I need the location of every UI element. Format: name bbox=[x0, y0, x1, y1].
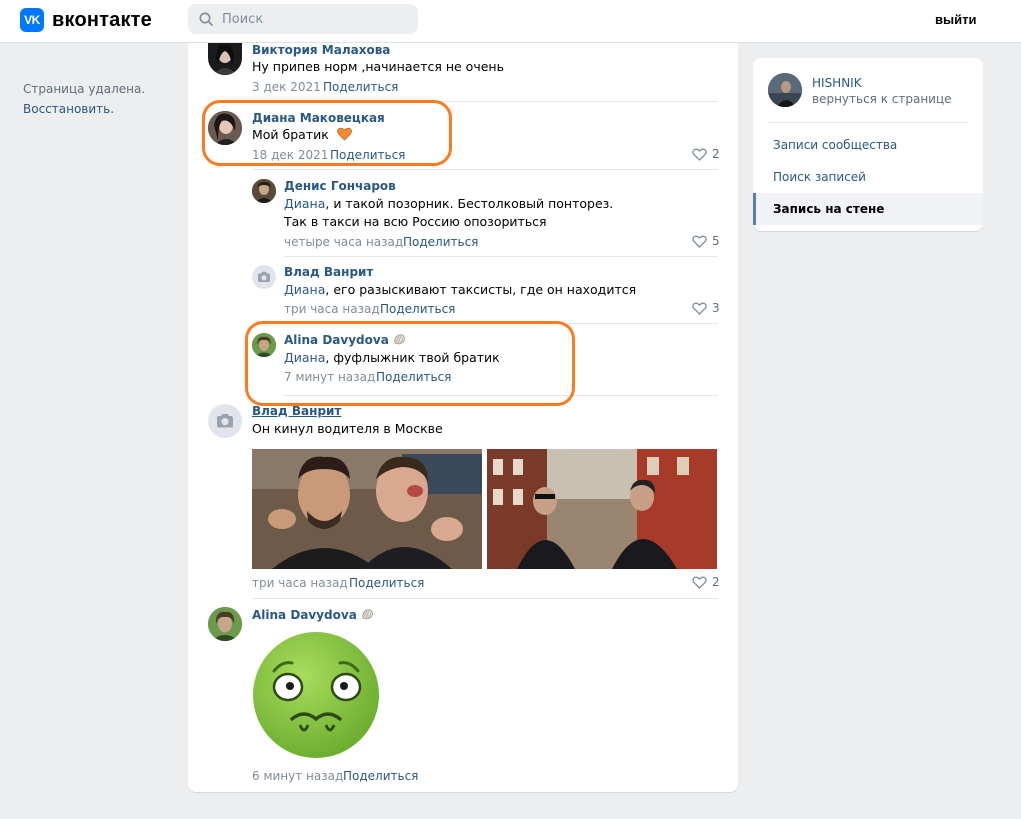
mention-link[interactable]: Диана bbox=[284, 196, 325, 211]
like-count: 3 bbox=[712, 301, 720, 315]
search-icon bbox=[199, 12, 213, 26]
vk-logo-text: вконтакте bbox=[52, 8, 152, 31]
menu-search-posts[interactable]: Поиск записей bbox=[753, 161, 983, 193]
comment-date[interactable]: четыре часа назад bbox=[284, 235, 403, 249]
like-button[interactable]: 5 bbox=[692, 234, 720, 248]
comment-text-body: , его разыскивают таксисты, где он наход… bbox=[325, 282, 637, 297]
like-button[interactable]: 3 bbox=[692, 301, 720, 315]
share-link[interactable]: Поделиться bbox=[380, 302, 455, 316]
right-sidebar: HISHNIK вернуться к странице Записи сооб… bbox=[753, 58, 983, 231]
camera-icon bbox=[217, 414, 233, 428]
like-button[interactable]: 2 bbox=[692, 575, 720, 589]
comment-date[interactable]: 3 дек 2021 bbox=[252, 80, 321, 94]
comment-date[interactable]: 6 минут назад bbox=[252, 769, 343, 783]
comment-author[interactable]: Влад Ванрит bbox=[252, 404, 341, 418]
shell-icon bbox=[394, 334, 405, 345]
like-count: 2 bbox=[712, 575, 720, 589]
divider bbox=[252, 598, 718, 599]
comment-date[interactable]: три часа назад bbox=[252, 576, 348, 590]
nauseated-sticker[interactable] bbox=[252, 631, 380, 759]
comment-author[interactable]: Alina Davydova bbox=[252, 608, 374, 622]
comment-author[interactable]: Диана Маковецкая bbox=[252, 111, 385, 125]
orange-heart-icon bbox=[336, 127, 352, 141]
heart-icon bbox=[692, 576, 707, 589]
divider bbox=[284, 323, 718, 324]
share-link[interactable]: Поделиться bbox=[376, 370, 451, 384]
share-link[interactable]: Поделиться bbox=[330, 148, 405, 162]
restore-link[interactable]: Восстановить. bbox=[23, 99, 145, 119]
vk-logo[interactable]: VK вконтакте bbox=[20, 7, 152, 33]
avatar[interactable] bbox=[208, 111, 242, 145]
avatar[interactable] bbox=[768, 73, 802, 107]
search-box[interactable] bbox=[188, 4, 418, 34]
share-link[interactable]: Поделиться bbox=[323, 80, 398, 94]
comment-date[interactable]: 18 дек 2021 bbox=[252, 148, 328, 162]
camera-icon bbox=[258, 271, 270, 282]
comment-date[interactable]: 7 минут назад bbox=[284, 370, 375, 384]
menu-wall-post[interactable]: Запись на стене bbox=[753, 193, 983, 225]
comment-text: Ну припев норм ,начинается не очень bbox=[252, 59, 504, 74]
avatar[interactable] bbox=[208, 404, 242, 438]
divider bbox=[284, 256, 718, 257]
deleted-text: Страница удалена. bbox=[23, 82, 146, 96]
comments-panel: Виктория Малахова Ну припев норм ,начина… bbox=[188, 43, 738, 792]
comment-author[interactable]: Виктория Малахова bbox=[252, 43, 390, 57]
divider bbox=[252, 101, 718, 102]
comment-text: Диана, и такой позорник. Бестолковый пон… bbox=[284, 195, 613, 213]
like-count: 2 bbox=[712, 147, 720, 161]
mention-link[interactable]: Диана bbox=[284, 282, 325, 297]
heart-icon bbox=[692, 235, 707, 248]
attached-photo[interactable] bbox=[487, 449, 717, 569]
comment-text-body: , фуфлыжник твой братик bbox=[325, 350, 500, 365]
avatar[interactable] bbox=[252, 179, 276, 203]
share-link[interactable]: Поделиться bbox=[349, 576, 424, 590]
like-button[interactable]: 2 bbox=[692, 147, 720, 161]
comment-text: Он кинул водителя в Москве bbox=[252, 421, 443, 436]
comment-author[interactable]: Alina Davydova bbox=[284, 333, 406, 347]
comment-text-body: , и такой позорник. Бестолковый понторез… bbox=[325, 196, 614, 211]
divider bbox=[284, 395, 718, 396]
share-link[interactable]: Поделиться bbox=[343, 769, 418, 783]
attached-photo[interactable] bbox=[252, 449, 482, 569]
vk-logo-icon: VK bbox=[20, 8, 44, 32]
avatar[interactable] bbox=[252, 333, 276, 357]
top-bar: VK вконтакте выйти bbox=[0, 0, 1021, 43]
comment-text-body: Мой братик bbox=[252, 127, 329, 142]
divider bbox=[768, 122, 968, 123]
mention-link[interactable]: Диана bbox=[284, 350, 325, 365]
comment-text-line2: Так в такси на всю Россию опозориться bbox=[284, 214, 547, 229]
menu-community-posts[interactable]: Записи сообщества bbox=[753, 129, 983, 161]
comment-author[interactable]: Денис Гончаров bbox=[284, 179, 396, 193]
share-link[interactable]: Поделиться bbox=[403, 235, 478, 249]
search-input[interactable] bbox=[188, 4, 418, 34]
shell-icon bbox=[362, 609, 373, 620]
avatar[interactable] bbox=[208, 43, 242, 75]
heart-icon bbox=[692, 302, 707, 315]
author-name: Alina Davydova bbox=[284, 333, 389, 347]
like-count: 5 bbox=[712, 234, 720, 248]
comment-text: Диана, фуфлыжник твой братик bbox=[284, 349, 500, 367]
logout-link[interactable]: выйти bbox=[935, 12, 976, 27]
avatar[interactable] bbox=[252, 265, 276, 289]
avatar[interactable] bbox=[208, 607, 242, 641]
divider bbox=[252, 169, 718, 170]
profile-name[interactable]: HISHNIK bbox=[812, 76, 862, 90]
comment-date[interactable]: три часа назад bbox=[284, 302, 380, 316]
heart-icon bbox=[692, 148, 707, 161]
comment-author[interactable]: Влад Ванрит bbox=[284, 265, 373, 279]
comment-text: Диана, его разыскивают таксисты, где он … bbox=[284, 281, 636, 299]
deleted-page-notice: Страница удалена. Восстановить. bbox=[23, 79, 145, 119]
author-name: Alina Davydova bbox=[252, 608, 357, 622]
comment-text: Мой братик bbox=[252, 126, 352, 144]
back-to-page-link[interactable]: вернуться к странице bbox=[812, 92, 952, 106]
